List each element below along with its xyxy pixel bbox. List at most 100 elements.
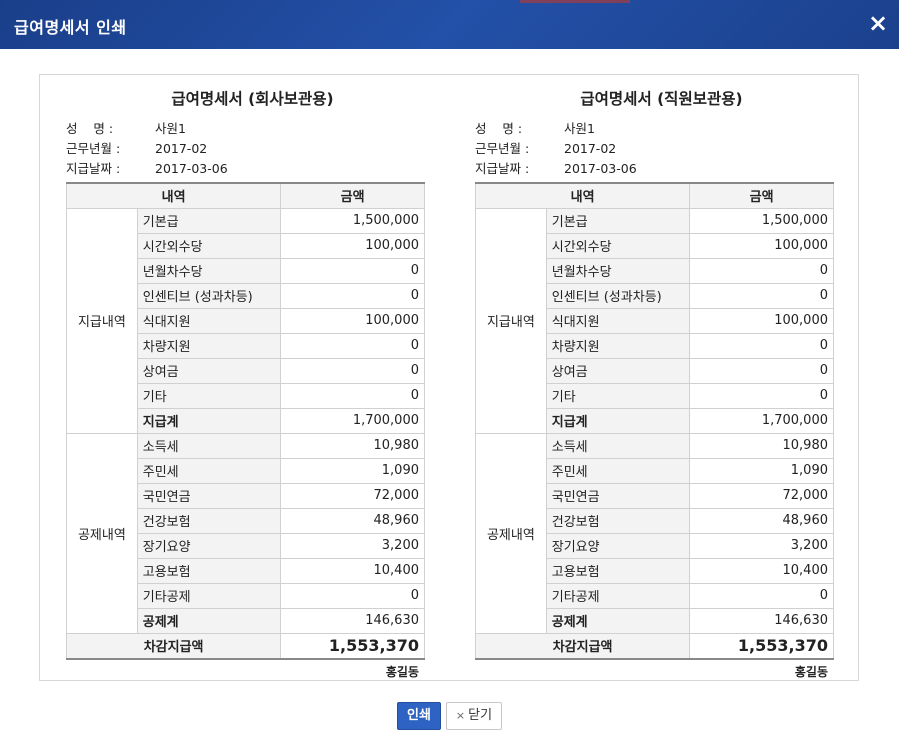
net-pay-label: 차감지급액: [474, 632, 691, 660]
deductions-total-amount: 146,630: [280, 607, 425, 634]
header-description: 내역: [474, 182, 691, 209]
item-name: 기타공제: [545, 582, 691, 609]
item-name: 인센티브 (성과차등): [136, 282, 282, 309]
item-name: 상여금: [136, 357, 282, 384]
net-pay-amount: 1,553,370: [689, 632, 834, 660]
payslip-company-copy: 급여명세서 (회사보관용) 성 명 : 사원1 근무년월 : 2017-02 지급날짜 :…: [65, 87, 425, 684]
item-amount: 0: [689, 357, 834, 384]
item-name: 국민연금: [545, 482, 691, 509]
close-button[interactable]: × 닫기: [446, 702, 502, 730]
item-name: 건강보험: [545, 507, 691, 534]
item-amount: 0: [280, 382, 425, 409]
employee-info: 성 명 : 사원1 근무년월 : 2017-02 지급날짜 : 2017-03-06: [475, 119, 834, 179]
item-name: 기타: [545, 382, 691, 409]
item-name: 주민세: [136, 457, 282, 484]
item-amount: 0: [689, 582, 834, 609]
net-pay-row: 차감지급액 1,553,370: [65, 632, 425, 660]
info-row: 지급날짜 : 2017-03-06: [475, 159, 834, 179]
item-name: 소득세: [545, 432, 691, 459]
info-label: 성 명 :: [475, 121, 523, 136]
item-name: 기타: [136, 382, 282, 409]
deductions-total-label: 공제계: [545, 607, 691, 634]
signer-name: 홍길동: [385, 665, 419, 679]
item-amount: 3,200: [280, 532, 425, 559]
deductions-total-amount: 146,630: [689, 607, 834, 634]
item-name: 장기요양: [545, 532, 691, 559]
info-value: 2017-02: [155, 141, 208, 156]
item-name: 기타공제: [136, 582, 282, 609]
info-value: 2017-02: [564, 141, 617, 156]
info-row: 근무년월 : 2017-02: [475, 139, 834, 159]
print-button[interactable]: 인쇄: [397, 702, 441, 730]
earnings-total-label: 지급계: [136, 407, 282, 434]
item-name: 상여금: [545, 357, 691, 384]
item-amount: 48,960: [280, 507, 425, 534]
payslip-table: 내역 금액 지급내역 기본급 1,500,000 시간외수당 100,000 년월차수당 0 인센…: [474, 182, 834, 660]
item-amount: 0: [280, 282, 425, 309]
item-amount: 100,000: [689, 307, 834, 334]
item-name: 차량지원: [545, 332, 691, 359]
item-name: 인센티브 (성과차등): [545, 282, 691, 309]
item-name: 소득세: [136, 432, 282, 459]
item-name: 기본급: [545, 207, 691, 234]
item-amount: 72,000: [280, 482, 425, 509]
item-name: 식대지원: [545, 307, 691, 334]
earnings-category: 지급내역: [475, 207, 547, 434]
item-name: 고용보험: [545, 557, 691, 584]
deductions-total-label: 공제계: [136, 607, 282, 634]
payslip-employee-copy: 급여명세서 (직원보관용) 성 명 : 사원1 근무년월 : 2017-02 지급날짜 :…: [474, 87, 834, 684]
close-icon[interactable]: ×: [867, 10, 889, 36]
item-amount: 0: [689, 282, 834, 309]
net-pay-row: 차감지급액 1,553,370: [474, 632, 834, 660]
item-name: 식대지원: [136, 307, 282, 334]
info-row: 지급날짜 : 2017-03-06: [66, 159, 425, 179]
item-name: 고용보험: [136, 557, 282, 584]
item-amount: 0: [280, 257, 425, 284]
item-amount: 72,000: [689, 482, 834, 509]
item-amount: 100,000: [280, 307, 425, 334]
deductions-category: 공제내역: [66, 432, 138, 634]
item-amount: 0: [280, 582, 425, 609]
table-row: 지급내역 기본급 1,500,000: [475, 207, 834, 434]
header-description: 내역: [65, 182, 282, 209]
item-name: 차량지원: [136, 332, 282, 359]
titlebar-accent: [520, 0, 630, 3]
info-row: 성 명 : 사원1: [66, 119, 425, 139]
earnings-total-amount: 1,700,000: [280, 407, 425, 434]
item-amount: 1,500,000: [280, 207, 425, 234]
item-amount: 10,400: [280, 557, 425, 584]
signer-name: 홍길동: [794, 665, 828, 679]
item-amount: 1,090: [280, 457, 425, 484]
item-name: 국민연금: [136, 482, 282, 509]
net-pay-label: 차감지급액: [65, 632, 282, 660]
table-row: 지급내역 기본급 1,500,000: [66, 207, 425, 434]
info-label: 지급날짜 :: [66, 161, 121, 176]
info-value: 사원1: [564, 121, 595, 136]
info-value: 사원1: [155, 121, 186, 136]
item-amount: 0: [280, 357, 425, 384]
item-amount: 0: [280, 332, 425, 359]
item-amount: 48,960: [689, 507, 834, 534]
payslip-title: 급여명세서 (직원보관용): [580, 90, 743, 108]
close-x-icon: ×: [455, 709, 466, 722]
table-header-row: 내역 금액: [474, 182, 834, 209]
table-header-row: 내역 금액: [65, 182, 425, 209]
item-name: 년월차수당: [545, 257, 691, 284]
info-label: 근무년월 :: [475, 141, 530, 156]
dialog-titlebar: 급여명세서 인쇄 ×: [0, 0, 899, 49]
item-amount: 10,980: [280, 432, 425, 459]
item-name: 년월차수당: [136, 257, 282, 284]
item-amount: 100,000: [280, 232, 425, 259]
table-row: 공제내역 소득세 10,980: [66, 432, 425, 634]
close-button-label: 닫기: [468, 708, 493, 723]
info-value: 2017-03-06: [564, 161, 637, 176]
deductions-category: 공제내역: [475, 432, 547, 634]
info-value: 2017-03-06: [155, 161, 228, 176]
earnings-total-amount: 1,700,000: [689, 407, 834, 434]
header-amount: 금액: [280, 182, 425, 209]
item-amount: 0: [689, 332, 834, 359]
item-amount: 1,500,000: [689, 207, 834, 234]
item-amount: 3,200: [689, 532, 834, 559]
info-label: 근무년월 :: [66, 141, 121, 156]
table-row: 공제내역 소득세 10,980: [475, 432, 834, 634]
